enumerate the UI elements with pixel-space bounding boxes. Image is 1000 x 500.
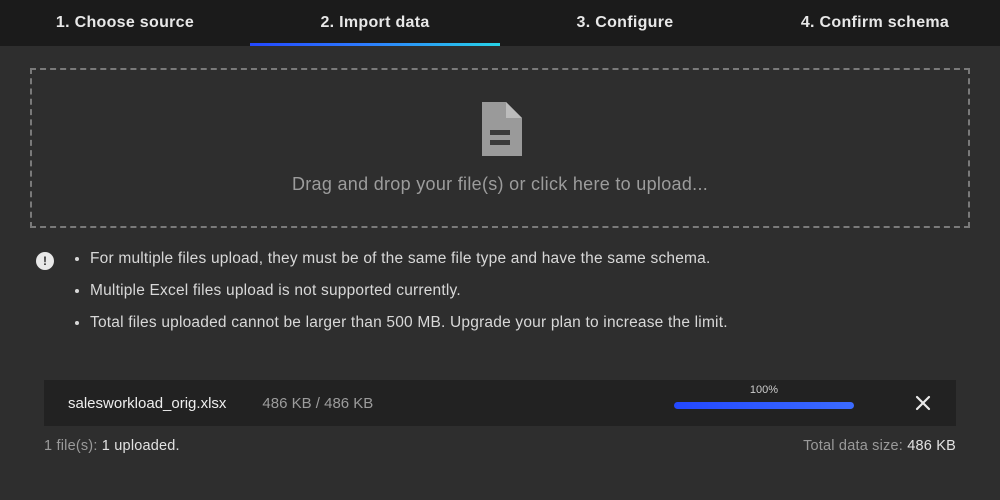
info-note: Total files uploaded cannot be larger th…	[90, 314, 728, 332]
dropzone-text: Drag and drop your file(s) or click here…	[292, 174, 708, 195]
remove-file-button[interactable]	[910, 390, 936, 416]
main-content: Drag and drop your file(s) or click here…	[0, 46, 1000, 454]
info-panel: ! For multiple files upload, they must b…	[30, 228, 970, 332]
close-icon	[915, 395, 931, 411]
file-count-value: 1 uploaded.	[102, 438, 180, 454]
total-size-value: 486 KB	[907, 438, 956, 454]
info-note: For multiple files upload, they must be …	[90, 250, 728, 268]
upload-progress-bar	[674, 402, 854, 409]
step-choose-source[interactable]: 1. Choose source	[0, 0, 250, 46]
uploaded-file-row: salesworkload_orig.xlsx 486 KB / 486 KB …	[44, 380, 956, 426]
upload-summary: 1 file(s): 1 uploaded. Total data size: …	[44, 438, 956, 454]
total-size-prefix: Total data size:	[803, 438, 907, 454]
info-list: For multiple files upload, they must be …	[68, 250, 728, 332]
uploaded-size: 486 KB / 486 KB	[262, 395, 373, 412]
file-dropzone[interactable]: Drag and drop your file(s) or click here…	[30, 68, 970, 228]
stepper: 1. Choose source 2. Import data 3. Confi…	[0, 0, 1000, 46]
uploaded-filename: salesworkload_orig.xlsx	[68, 395, 226, 412]
upload-progress: 100%	[674, 398, 854, 409]
file-icon	[478, 102, 522, 156]
step-configure[interactable]: 3. Configure	[500, 0, 750, 46]
step-import-data[interactable]: 2. Import data	[250, 0, 500, 46]
file-count: 1 file(s): 1 uploaded.	[44, 438, 180, 454]
step-confirm-schema[interactable]: 4. Confirm schema	[750, 0, 1000, 46]
info-icon: !	[36, 252, 54, 270]
file-count-prefix: 1 file(s):	[44, 438, 102, 454]
total-size: Total data size: 486 KB	[803, 438, 956, 454]
upload-progress-label: 100%	[674, 384, 854, 396]
info-note: Multiple Excel files upload is not suppo…	[90, 282, 728, 300]
